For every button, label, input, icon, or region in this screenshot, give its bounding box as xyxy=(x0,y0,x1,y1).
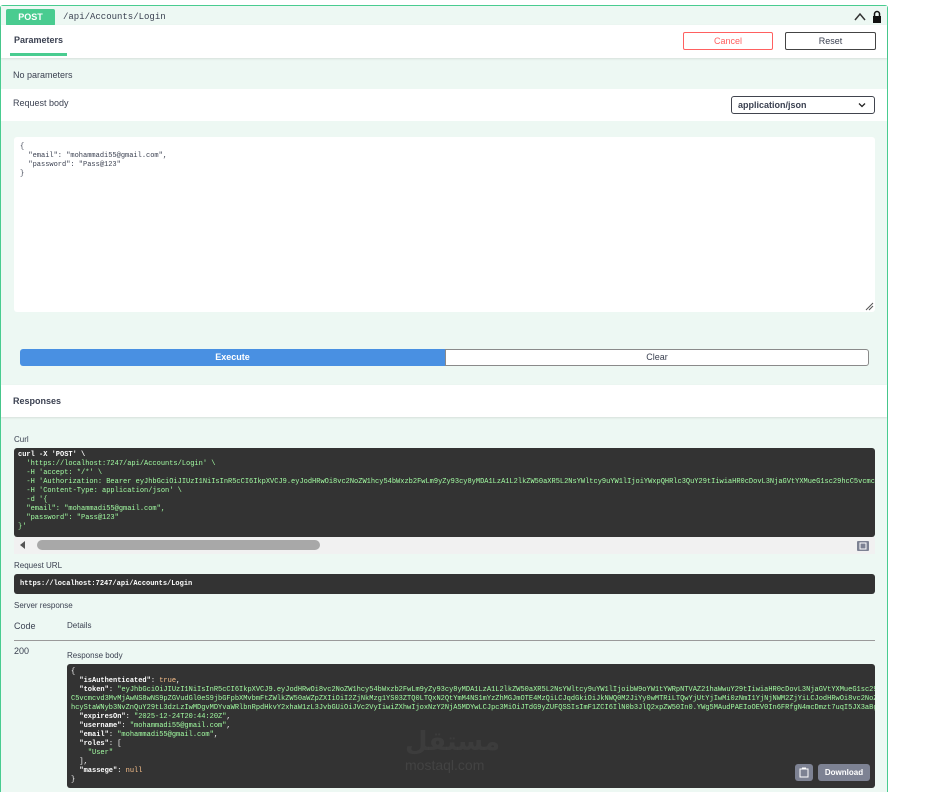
curl-line: 'https://localhost:7247/api/Accounts/Log… xyxy=(18,460,216,468)
details-column-header: Details xyxy=(67,621,92,630)
response-body-label: Response body xyxy=(67,651,123,660)
content-type-select[interactable]: application/json xyxy=(731,96,875,114)
clear-button[interactable]: Clear xyxy=(445,349,869,366)
scroll-left-arrow-icon[interactable] xyxy=(20,541,25,549)
curl-line: -H 'accept: */*' \ xyxy=(18,469,103,477)
server-response-label: Server response xyxy=(14,601,73,610)
json-key: "username" xyxy=(79,722,122,730)
copy-response-button[interactable] xyxy=(795,764,813,781)
curl-code-block[interactable]: curl -X 'POST' \ 'https://localhost:7247… xyxy=(14,448,875,537)
json-value: "2025-12-24T20:44:20Z" xyxy=(134,713,227,721)
copy-to-clipboard-icon[interactable] xyxy=(856,539,870,552)
json-key: "expiresOn" xyxy=(79,713,126,721)
parameters-tab-bar: Parameters Cancel Reset xyxy=(1,25,887,58)
endpoint-path: /api/Accounts/Login xyxy=(63,12,166,22)
content-type-value: application/json xyxy=(738,100,807,110)
download-button[interactable]: Download xyxy=(818,764,870,781)
json-key: "token" xyxy=(79,686,109,694)
chevron-up-icon[interactable] xyxy=(853,10,867,24)
request-body-editor[interactable]: { "email": "mohammadi55@gmail.com", "pas… xyxy=(14,137,875,312)
responses-header xyxy=(1,385,887,417)
json-value: "eyJhbGciOiJIUzI1NiIsInR5cCI6IkpXVCJ9.ey… xyxy=(117,686,875,694)
active-tab-indicator xyxy=(10,53,67,56)
copy-icon xyxy=(799,767,809,778)
page-margin xyxy=(888,0,929,792)
curl-line: -H 'Authorization: Bearer eyJhbGciOiJIUz… xyxy=(26,478,875,486)
chevron-down-icon xyxy=(858,103,866,108)
curl-line: -H 'Content-Type: application/json' \ xyxy=(18,487,182,495)
request-url-label: Request URL xyxy=(14,561,63,570)
request-url-value: https://localhost:7247/api/Accounts/Logi… xyxy=(14,574,875,594)
curl-line: "password": "Pass@123" xyxy=(18,514,119,522)
curl-label: Curl xyxy=(14,435,29,444)
code-column-header: Code xyxy=(14,621,36,631)
json-key: "email" xyxy=(79,731,109,739)
lock-icon[interactable] xyxy=(872,10,882,24)
mostaql-watermark-logo: مستقل xyxy=(405,727,501,757)
responses-title: Responses xyxy=(13,396,62,406)
json-key: "massege" xyxy=(79,767,118,775)
request-body-title: Request body xyxy=(13,98,69,108)
json-value: true xyxy=(159,677,177,685)
execute-button[interactable]: Execute xyxy=(20,349,445,366)
tab-parameters[interactable]: Parameters xyxy=(14,35,63,45)
curl-line: curl -X 'POST' \ xyxy=(18,451,86,459)
curl-line: "email": "mohammadi55@gmail.com", xyxy=(18,505,166,513)
json-value: "User" xyxy=(87,749,114,757)
mostaql-watermark-text: mostaql.com xyxy=(405,757,485,773)
no-parameters-text: No parameters xyxy=(13,70,73,80)
json-value: hcyStaWNyb3NvZnQuY29tL3dzLzIwMDgvMDYvaWR… xyxy=(71,704,875,712)
json-value: C5vcmcvd3MvMjAwNS8wNS9pZGVudGl0eS9jbGFpb… xyxy=(71,695,875,703)
response-status-code: 200 xyxy=(14,646,30,656)
json-key: "roles" xyxy=(79,740,109,748)
resize-handle-icon[interactable] xyxy=(864,301,874,311)
curl-line: -d '{ xyxy=(18,496,48,504)
http-method-badge: POST xyxy=(6,9,55,26)
scrollbar-thumb[interactable] xyxy=(37,540,320,550)
json-value: "mohammadi55@gmail.com" xyxy=(117,731,214,739)
response-table-divider xyxy=(14,640,875,641)
curl-line: }' xyxy=(18,523,27,531)
json-value: null xyxy=(125,767,143,775)
json-key: "isAuthenticated" xyxy=(79,677,151,685)
cancel-button[interactable]: Cancel xyxy=(683,32,773,50)
reset-button[interactable]: Reset xyxy=(785,32,876,50)
json-value: "mohammadi55@gmail.com" xyxy=(129,722,227,730)
